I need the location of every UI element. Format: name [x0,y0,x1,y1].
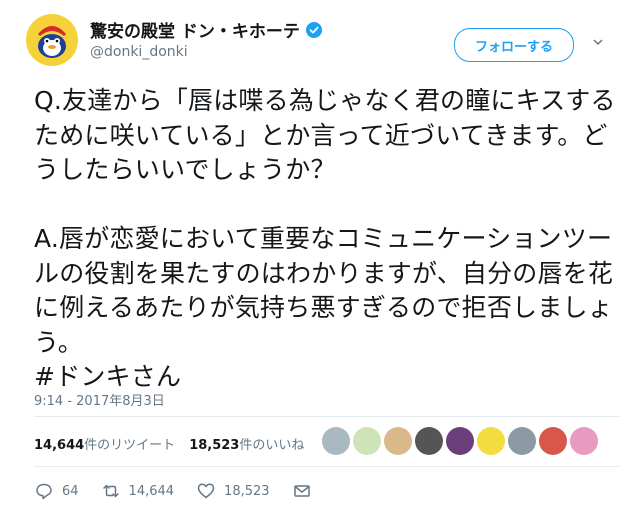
like-stat-count: 18,523 [189,438,240,453]
account-name[interactable]: 驚安の殿堂 ドン・キホーテ [90,17,300,42]
retweet-stat-label: 件のリツイート [84,438,176,453]
cartoon-avatar[interactable] [353,427,381,455]
follow-button[interactable]: フォローする [454,28,574,62]
festive-avatar[interactable] [539,427,567,455]
tweet-timestamp[interactable]: 9:14 - 2017年8月3日 [34,390,165,409]
bw-pattern-avatar[interactable] [415,427,443,455]
retweet-button[interactable]: 14,644 [101,481,175,501]
default-avatar[interactable] [322,427,350,455]
sponge-avatar[interactable] [477,427,505,455]
like-stat-label: 件のいいね [239,438,305,453]
retweet-stat[interactable]: 14,644件のリツイート [34,434,175,453]
account-avatar[interactable] [26,14,78,66]
direct-message-button[interactable] [292,481,312,501]
reply-icon [36,483,52,500]
divider [34,416,620,417]
like-button[interactable]: 18,523 [196,481,270,501]
envelope-icon [293,485,310,497]
divider [34,466,620,467]
heart-icon [197,483,215,499]
animal-avatar[interactable] [508,427,536,455]
retweet-count: 14,644 [128,483,175,499]
purple-avatar[interactable] [446,427,474,455]
chevron-down-icon[interactable] [592,36,604,48]
reply-button[interactable]: 64 [34,481,79,501]
reply-count: 64 [62,483,79,499]
retweet-stat-count: 14,644 [34,438,85,453]
retweet-icon [102,484,119,498]
liker-avatars [322,427,598,455]
account-handle[interactable]: @donki_donki [90,44,188,60]
tweet-stats: 14,644件のリツイート 18,523件のいいね [34,434,304,453]
donpen-logo [26,14,78,66]
like-stat[interactable]: 18,523件のいいね [189,434,304,453]
desert-avatar[interactable] [384,427,412,455]
like-count: 18,523 [224,483,270,499]
verified-badge-icon [305,21,322,38]
tweet-actions: 64 14,644 18,523 [34,481,334,501]
tweet-text: Q.友達から「唇は喋る為じゃなく君の瞳にキスするために咲いている」とか言って近づ… [34,86,616,391]
pink-avatar[interactable] [570,427,598,455]
